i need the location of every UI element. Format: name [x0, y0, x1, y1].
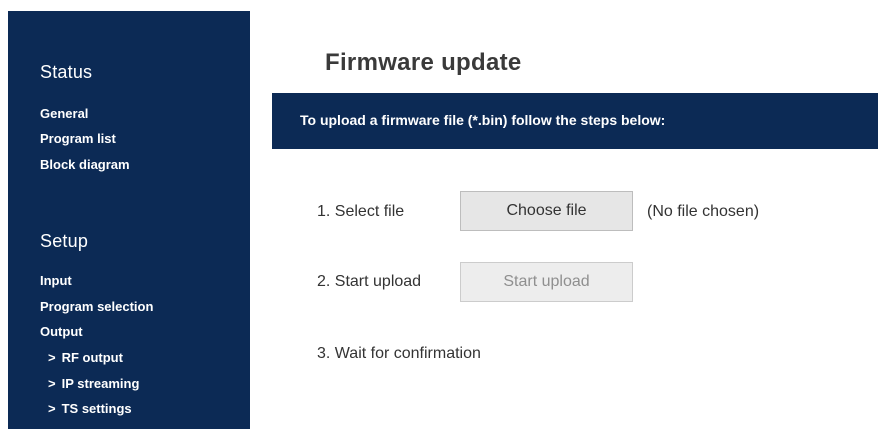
step-wait-confirmation-label: 3. Wait for confirmation [317, 345, 481, 362]
chevron-right-icon: > [48, 350, 56, 365]
nav-subitem-label: IP streaming [61, 376, 140, 391]
nav-subitem-label: RF output [61, 350, 123, 365]
nav-subitem-label: TS settings [61, 401, 132, 416]
chevron-right-icon: > [48, 376, 56, 391]
main-content: Firmware update To upload a firmware fil… [272, 11, 878, 429]
nav-subitem-ts-settings[interactable]: > TS settings [48, 401, 132, 416]
nav-item-program-list[interactable]: Program list [40, 131, 116, 146]
nav-item-output[interactable]: Output [40, 324, 83, 339]
nav-item-block-diagram[interactable]: Block diagram [40, 157, 130, 172]
setup-section-title: Setup [40, 231, 89, 251]
step-select-file-label: 1. Select file [317, 203, 405, 220]
nav-item-general[interactable]: General [40, 106, 88, 121]
nav-subitem-ip-streaming[interactable]: > IP streaming [48, 376, 139, 391]
step-start-upload-label: 2. Start upload [317, 273, 422, 290]
file-chosen-status: (No file chosen) [647, 203, 760, 220]
status-section-title: Status [40, 62, 93, 82]
instructions-banner: To upload a firmware file (*.bin) follow… [272, 93, 878, 149]
banner-text: To upload a firmware file (*.bin) follow… [300, 112, 666, 128]
choose-file-button[interactable]: Choose file [460, 191, 633, 231]
nav-item-input[interactable]: Input [40, 273, 72, 288]
nav-subitem-rf-output[interactable]: > RF output [48, 350, 123, 365]
sidebar: Status General Program list Block diagra… [8, 11, 250, 429]
page-title: Firmware update [325, 49, 522, 76]
start-upload-button[interactable]: Start upload [460, 262, 633, 302]
chevron-right-icon: > [48, 401, 56, 416]
nav-item-program-selection[interactable]: Program selection [40, 299, 153, 314]
